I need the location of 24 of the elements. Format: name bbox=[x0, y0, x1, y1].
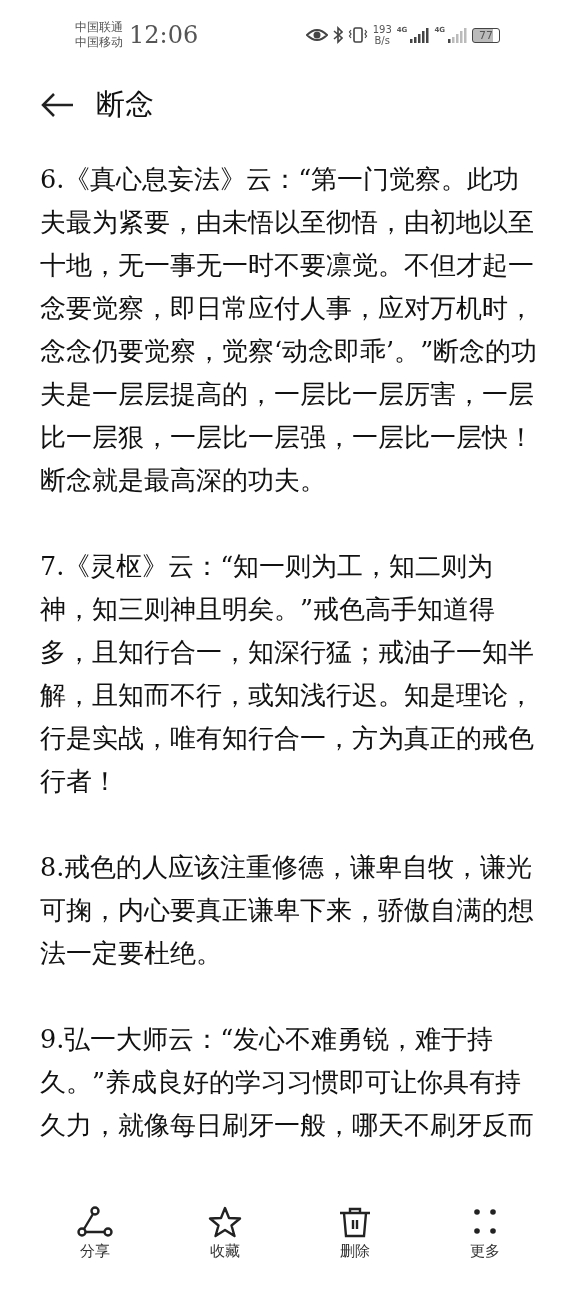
speed-unit: B/s bbox=[374, 35, 390, 46]
carrier-name: 中国移动 bbox=[75, 35, 123, 50]
vibrate-icon bbox=[347, 27, 368, 43]
article-paragraph: 6.《真心息妄法》云：“第一门觉察。此功夫最为紧要，由未悟以至彻悟，由初地以至十地，无一事无一时不要凛觉。不但才起一念要觉察，即日常应付人事，应对万机时，念念仍要觉察，觉察‘动念即乖’。”断念的功夫是一层层提高的，一层比一层厉害，一层比一层狠，一层比一层强，一层比一层快！断念就是最高深的功夫。 bbox=[40, 163, 539, 497]
star-icon bbox=[207, 1206, 243, 1238]
clock-time: 12:06 bbox=[129, 21, 199, 49]
page-title: 断念 bbox=[96, 86, 154, 123]
share-icon bbox=[77, 1206, 113, 1238]
trash-icon bbox=[337, 1206, 373, 1238]
network-speed: 193 bbox=[372, 24, 392, 35]
eye-icon bbox=[305, 28, 328, 42]
share-button[interactable]: 分享 bbox=[50, 1205, 140, 1262]
delete-button[interactable]: 删除 bbox=[310, 1205, 400, 1262]
more-button[interactable]: 更多 bbox=[440, 1205, 530, 1262]
signal-icon bbox=[447, 27, 467, 43]
signal-icon bbox=[409, 27, 430, 43]
article-paragraph: 8.戒色的人应该注重修德，谦卑自牧，谦光可掬，内心要真正谦卑下来，骄傲自满的想法一定要杜绝。 bbox=[40, 851, 535, 970]
article-paragraph: 7.《灵枢》云：“知一则为工，知二则为神，知三则神且明矣。”戒色高手知道得多，且知行合一，知深行猛；戒油子一知半解，且知而不行，或知浅行迟。知是理论，行是实战，唯有知行合一，方为真正的戒色行者！ bbox=[40, 550, 535, 798]
battery-indicator: 77 bbox=[472, 27, 500, 43]
bluetooth-icon bbox=[332, 26, 343, 44]
article-paragraph: 9.弘一大师云：“发心不难勇锐，难于持久。”养成良好的学习习惯即可让你具有持久力，就像每日刷牙一般，哪天不刷牙反而 bbox=[40, 1023, 535, 1142]
favorite-button[interactable]: 收藏 bbox=[180, 1205, 270, 1262]
carrier-name: 中国联通 bbox=[75, 20, 123, 35]
back-button[interactable] bbox=[40, 92, 74, 118]
